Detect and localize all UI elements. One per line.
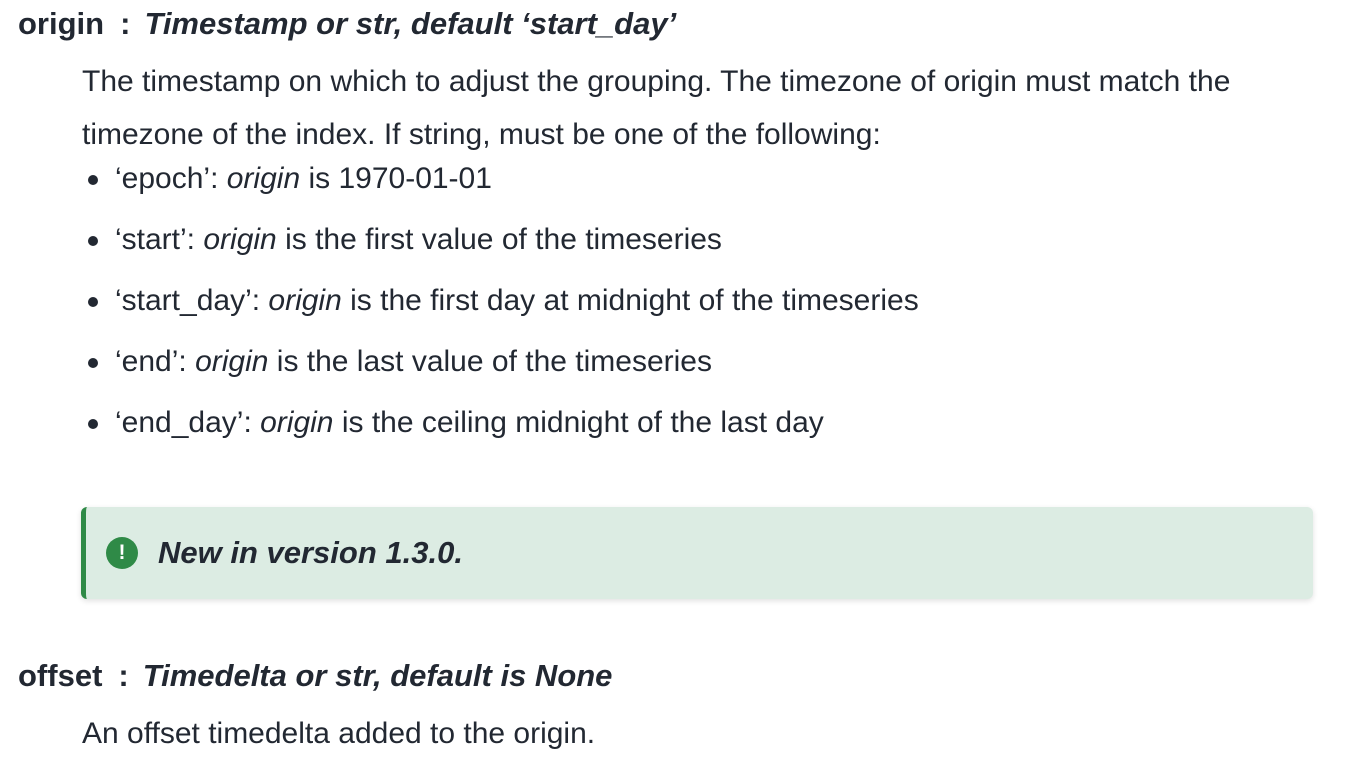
version-added-admonition: ! New in version 1.3.0. [81, 507, 1313, 599]
option-term: origin [203, 223, 277, 256]
origin-options-list: ‘epoch’: origin is 1970-01-01 ‘start’: o… [82, 161, 1316, 466]
option-text: is the ceiling midnight of the last day [333, 406, 824, 439]
param-origin: origin: Timestamp or str, default ‘start_… [18, 4, 1360, 466]
option-term: origin [226, 162, 301, 195]
param-offset-separator: : [118, 658, 129, 693]
param-offset: offset: Timedelta or str, default is None… [18, 656, 1360, 760]
option-key: ‘start’: [115, 223, 204, 256]
param-offset-name: offset [18, 658, 103, 693]
param-origin-name: origin [18, 6, 105, 41]
param-origin-description: The timestamp on which to adjust the gro… [82, 65, 1231, 151]
param-offset-header: offset: Timedelta or str, default is None [18, 656, 1360, 696]
option-key: ‘end’: [115, 345, 196, 378]
option-term: origin [260, 406, 334, 439]
option-key: ‘start_day’: [115, 284, 269, 317]
param-origin-body: The timestamp on which to adjust the gro… [82, 55, 1316, 466]
option-term: origin [195, 345, 269, 378]
option-key: ‘end_day’: [115, 406, 261, 439]
option-start-day: ‘start_day’: origin is the first day at … [82, 283, 1316, 344]
option-key: ‘epoch’: [115, 162, 227, 195]
option-text: is the last value of the timeseries [268, 345, 712, 378]
param-offset-type: Timedelta or str, default is None [142, 658, 613, 693]
param-origin-header: origin: Timestamp or str, default ‘start_… [18, 4, 1360, 44]
option-end-day: ‘end_day’: origin is the ceiling midnigh… [82, 405, 1316, 466]
param-offset-body: An offset timedelta added to the origin. [82, 707, 1316, 760]
option-text: is 1970-01-01 [300, 162, 492, 195]
option-epoch: ‘epoch’: origin is 1970-01-01 [82, 161, 1316, 222]
param-origin-type: Timestamp or str, default ‘start_day’ [144, 6, 677, 41]
exclamation-circle-icon: ! [106, 537, 138, 569]
option-term: origin [268, 284, 342, 317]
option-text: is the first day at midnight of the time… [341, 284, 919, 317]
option-start: ‘start’: origin is the first value of th… [82, 222, 1316, 283]
param-offset-description: An offset timedelta added to the origin. [82, 717, 596, 750]
option-text: is the first value of the timeseries [276, 223, 722, 256]
param-origin-separator: : [120, 6, 131, 41]
version-added-text: New in version 1.3.0. [158, 535, 463, 570]
option-end: ‘end’: origin is the last value of the t… [82, 344, 1316, 405]
